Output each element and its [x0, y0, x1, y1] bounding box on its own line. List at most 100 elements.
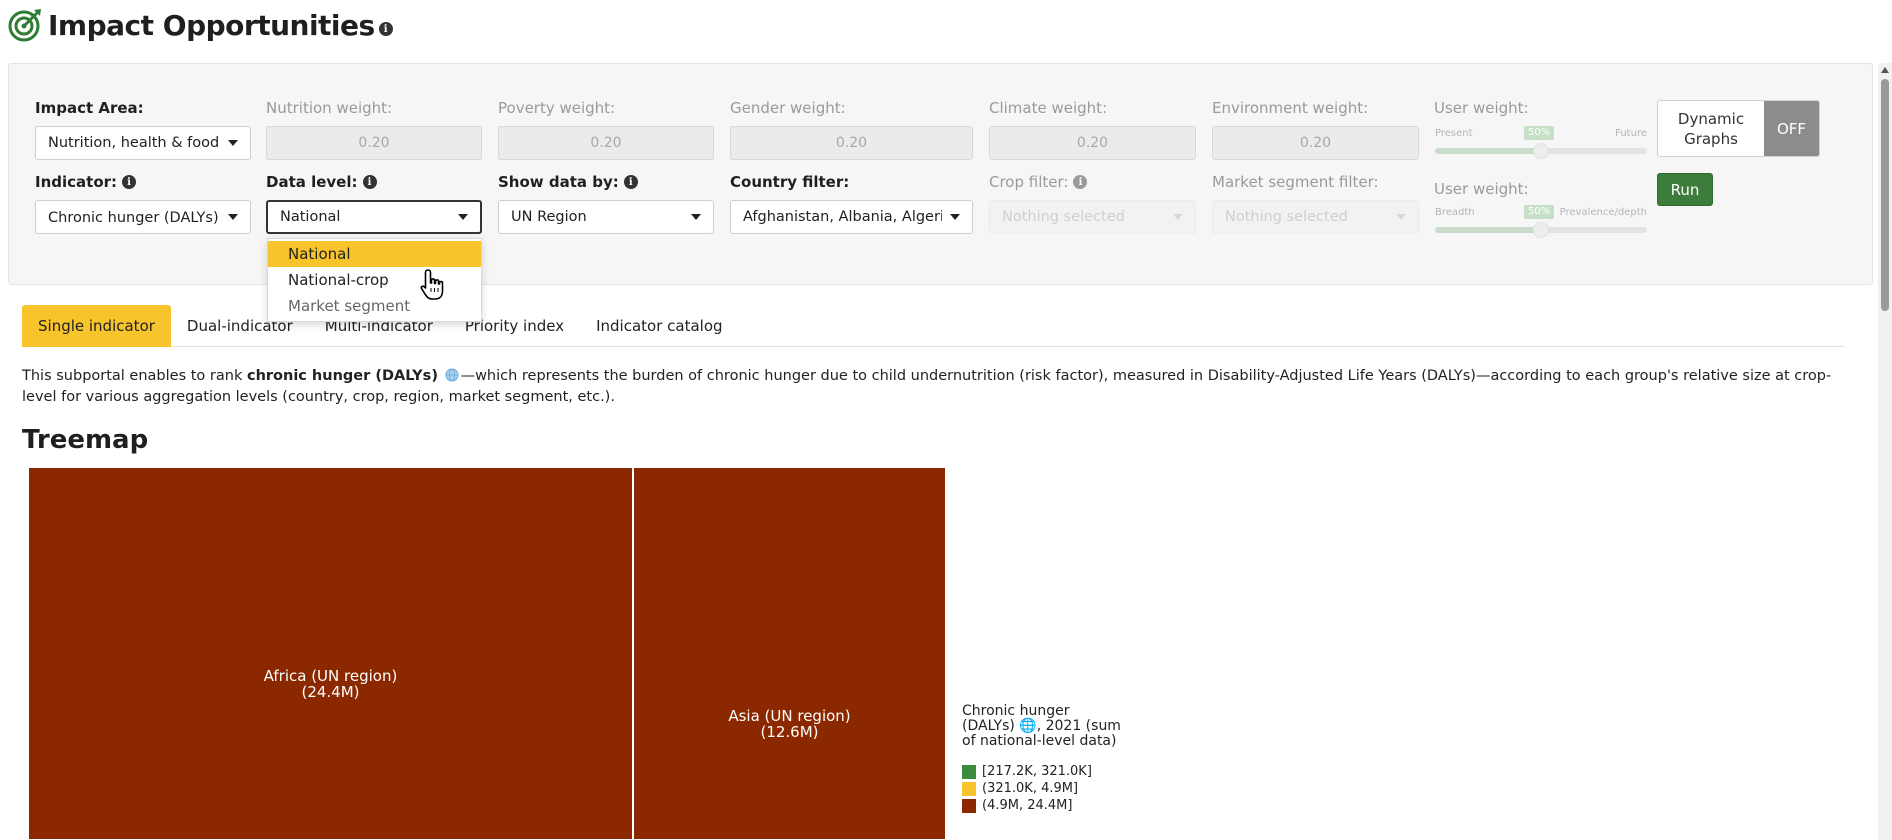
- slider-value-badge: 50%: [1524, 126, 1555, 140]
- page-header: Impact Opportunities i: [8, 4, 393, 46]
- chevron-down-icon: [950, 214, 960, 220]
- treemap-cell-label: Asia (UN region) (12.6M): [728, 707, 851, 741]
- environment-weight-field: Environment weight: 0.20: [1212, 98, 1419, 160]
- impact-area-label: Impact Area:: [35, 99, 144, 117]
- market-segment-filter-select: Nothing selected: [1212, 200, 1419, 234]
- data-level-field: Data level: i National: [266, 172, 482, 234]
- scroll-thumb[interactable]: [1881, 79, 1889, 311]
- climate-weight-label: Climate weight:: [989, 99, 1108, 117]
- impact-area-field: Impact Area: Nutrition, health & food se: [35, 98, 251, 160]
- gender-weight-label: Gender weight:: [730, 99, 846, 117]
- user-weight-1-label: User weight:: [1434, 99, 1529, 117]
- environment-weight-label: Environment weight:: [1212, 99, 1369, 117]
- data-level-label: Data level: i: [266, 172, 377, 192]
- legend-title: Chronic hunger (DALYs) 🌐, 2021 (sum of n…: [962, 703, 1121, 749]
- show-data-by-field: Show data by: i UN Region: [498, 172, 714, 234]
- show-data-by-label: Show data by: i: [498, 172, 638, 192]
- data-level-select[interactable]: National: [266, 200, 482, 234]
- dropdown-option-market-segment[interactable]: Market segment: [268, 293, 481, 319]
- crop-filter-label: Crop filter: i: [989, 172, 1088, 192]
- info-icon[interactable]: i: [122, 175, 137, 189]
- dynamic-graphs-toggle[interactable]: Dynamic Graphs OFF: [1657, 100, 1820, 157]
- slider-max-label: Future: [1615, 127, 1647, 139]
- tab-single-indicator[interactable]: Single indicator: [22, 305, 171, 347]
- info-icon[interactable]: i: [378, 22, 393, 36]
- environment-weight-input: 0.20: [1212, 126, 1419, 160]
- legend-label: (321.0K, 4.9M]: [982, 781, 1079, 796]
- slider-thumb[interactable]: [1533, 143, 1549, 159]
- nutrition-weight-label: Nutrition weight:: [266, 99, 393, 117]
- market-segment-filter-field: Market segment filter: Nothing selected: [1212, 172, 1419, 234]
- country-filter-select[interactable]: Afghanistan, Albania, Algeria,: [730, 200, 973, 234]
- poverty-weight-input: 0.20: [498, 126, 714, 160]
- slider-track[interactable]: [1435, 222, 1647, 238]
- legend-items: [217.2K, 321.0K] (321.0K, 4.9M] (4.9M, 24.…: [962, 763, 1122, 814]
- poverty-weight-label: Poverty weight:: [498, 99, 616, 117]
- section-title: Treemap: [22, 425, 149, 455]
- info-icon[interactable]: i: [623, 175, 638, 189]
- user-weight-1-field: User weight:: [1434, 98, 1529, 118]
- climate-weight-input: 0.20: [989, 126, 1196, 160]
- slider-track[interactable]: [1435, 143, 1647, 159]
- treemap-legend: Chronic hunger (DALYs) 🌐, 2021 (sum of n…: [962, 704, 1122, 814]
- legend-item[interactable]: (4.9M, 24.4M]: [962, 797, 1122, 814]
- chevron-down-icon: [1396, 214, 1406, 220]
- page-title: Impact Opportunities: [48, 8, 375, 42]
- legend-label: (4.9M, 24.4M]: [982, 798, 1073, 813]
- slider-value-badge: 50%: [1524, 205, 1555, 219]
- hand-cursor-icon: [420, 269, 444, 300]
- indicator-select[interactable]: Chronic hunger (DALYs) 🌐: [35, 200, 251, 234]
- country-filter-label: Country filter:: [730, 173, 850, 191]
- dynamic-graphs-state[interactable]: OFF: [1764, 101, 1819, 156]
- slider-min-label: Breadth: [1435, 206, 1475, 218]
- user-weight-1-slider[interactable]: Present 50% Future: [1435, 126, 1647, 159]
- chevron-down-icon: [1173, 214, 1183, 220]
- legend-item[interactable]: [217.2K, 321.0K]: [962, 763, 1122, 780]
- legend-swatch: [962, 764, 976, 779]
- treemap-cell-africa[interactable]: Africa (UN region) (24.4M): [28, 467, 633, 840]
- globe-icon[interactable]: [445, 368, 459, 382]
- info-icon[interactable]: i: [362, 175, 377, 189]
- gender-weight-field: Gender weight: 0.20: [730, 98, 973, 160]
- treemap-cell-label: Africa (UN region) (24.4M): [263, 666, 398, 701]
- chevron-down-icon: [691, 214, 701, 220]
- show-data-by-select[interactable]: UN Region: [498, 200, 714, 234]
- tab-indicator-catalog[interactable]: Indicator catalog: [580, 305, 738, 347]
- dropdown-option-national[interactable]: National: [268, 241, 481, 267]
- target-icon: [8, 9, 41, 42]
- run-button[interactable]: Run: [1657, 173, 1713, 206]
- dropdown-option-national-crop[interactable]: National-crop: [268, 267, 481, 293]
- info-icon: i: [1073, 175, 1088, 189]
- crop-filter-field: Crop filter: i Nothing selected: [989, 172, 1196, 234]
- user-weight-2-slider[interactable]: Breadth 50% Prevalence/depth: [1435, 205, 1647, 238]
- nutrition-weight-field: Nutrition weight: 0.20: [266, 98, 482, 160]
- legend-swatch: [962, 781, 976, 796]
- indicator-name: chronic hunger (DALYs): [246, 368, 438, 384]
- slider-fill: [1435, 148, 1541, 154]
- dynamic-graphs-label: Dynamic Graphs: [1677, 109, 1745, 148]
- slider-max-label: Prevalence/depth: [1559, 206, 1647, 218]
- poverty-weight-field: Poverty weight: 0.20: [498, 98, 714, 160]
- treemap-cell-asia[interactable]: Asia (UN region) (12.6M): [633, 467, 946, 840]
- user-weight-2-label: User weight:: [1434, 180, 1529, 198]
- chevron-down-icon: [228, 140, 238, 146]
- gender-weight-input: 0.20: [730, 126, 973, 160]
- country-filter-field: Country filter: Afghanistan, Albania, Al…: [730, 172, 973, 234]
- legend-swatch: [962, 798, 976, 813]
- crop-filter-select: Nothing selected: [989, 200, 1196, 234]
- legend-item[interactable]: (321.0K, 4.9M]: [962, 780, 1122, 797]
- slider-thumb[interactable]: [1533, 222, 1549, 238]
- impact-area-select[interactable]: Nutrition, health & food se: [35, 126, 251, 160]
- data-level-dropdown-menu: National National-crop Market segment: [267, 238, 482, 322]
- legend-label: [217.2K, 321.0K]: [982, 764, 1092, 779]
- market-segment-filter-label: Market segment filter:: [1212, 173, 1379, 191]
- climate-weight-field: Climate weight: 0.20: [989, 98, 1196, 160]
- chevron-down-icon: [458, 214, 468, 220]
- indicator-label: Indicator: i: [35, 172, 137, 192]
- user-weight-2-field: User weight:: [1434, 179, 1529, 199]
- indicator-field: Indicator: i Chronic hunger (DALYs) 🌐: [35, 172, 251, 234]
- page-scrollbar[interactable]: [1878, 63, 1892, 840]
- treemap-chart: Africa (UN region) (24.4M) Asia (UN region…: [28, 467, 946, 840]
- scroll-up-icon[interactable]: [1881, 67, 1889, 73]
- chevron-down-icon: [228, 214, 238, 220]
